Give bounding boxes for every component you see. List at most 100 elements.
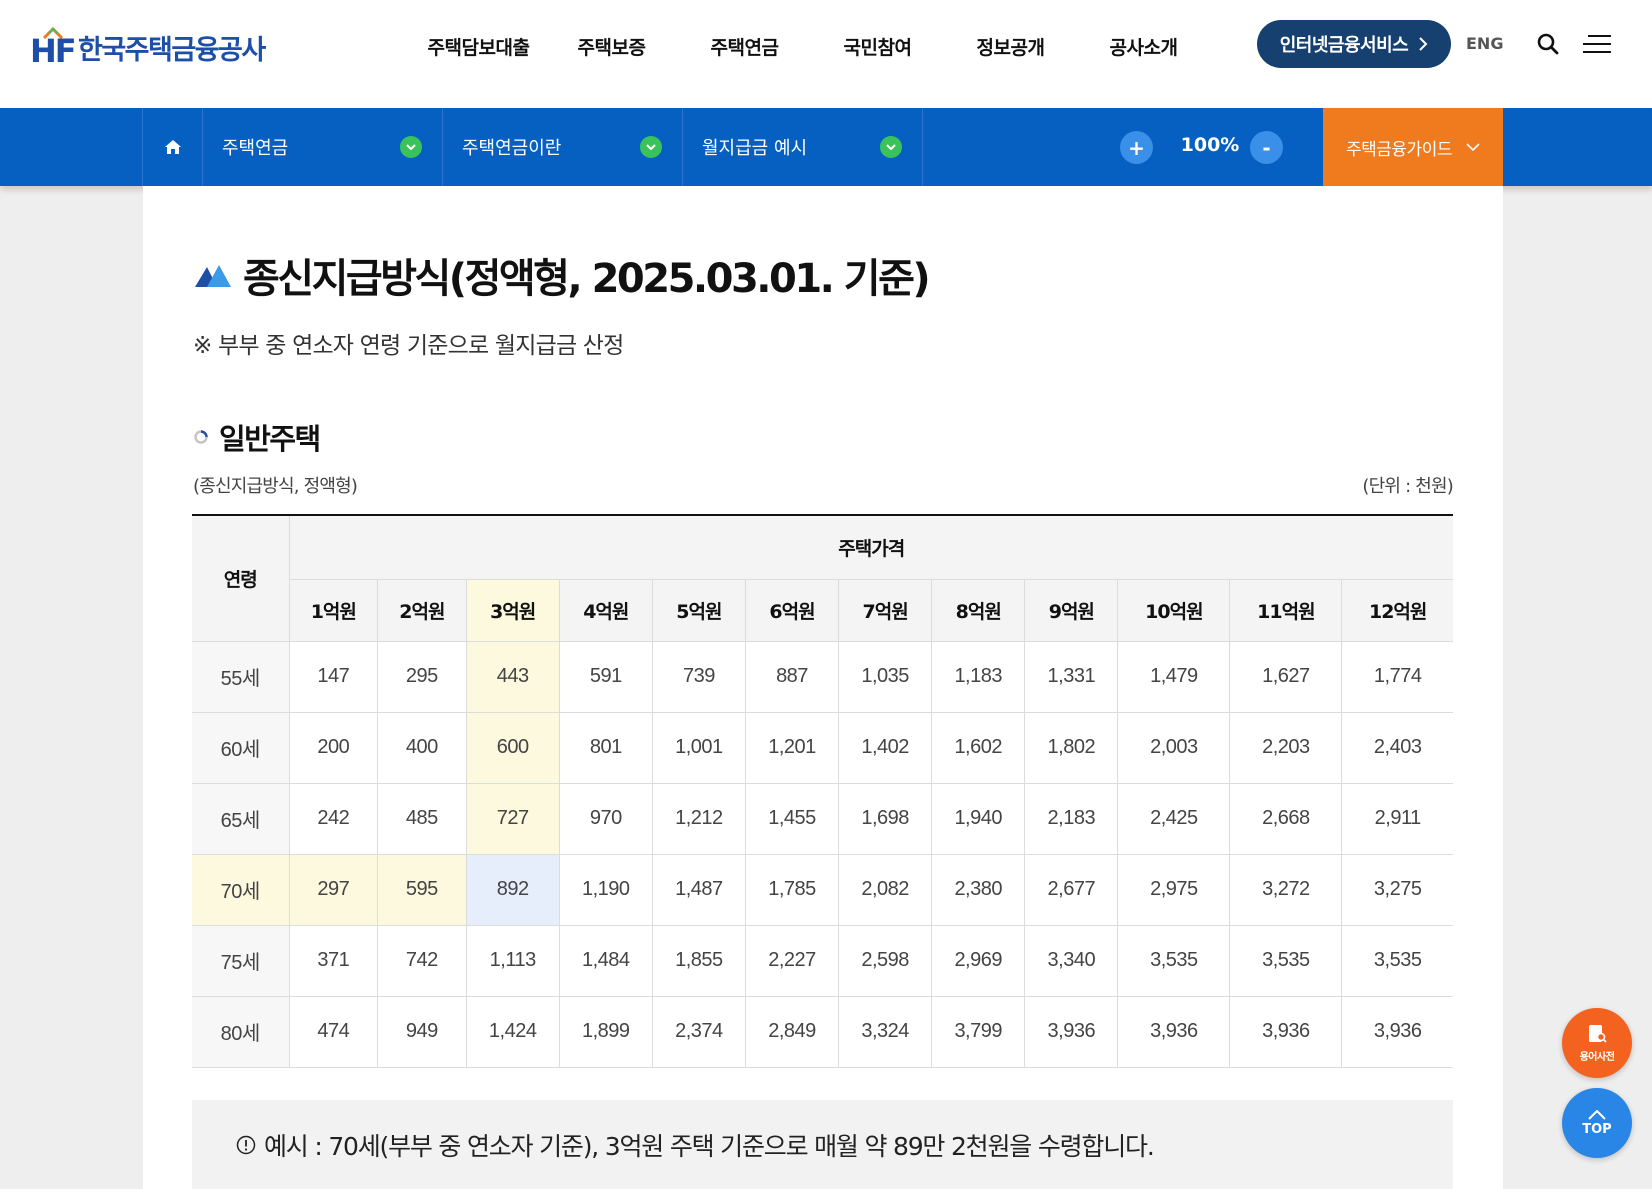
payment-cell: 1,190 xyxy=(558,853,653,926)
location-bar: 주택연금 주택연금이란 월지급금 예시 + 100% - 주택금융가이드 xyxy=(0,108,1652,186)
age-cell: 80세 xyxy=(192,995,290,1068)
breadcrumb-label: 월지급금 예시 xyxy=(702,138,808,159)
zoom-out-button[interactable]: - xyxy=(1250,131,1283,164)
dropdown-chevron-icon xyxy=(880,136,902,158)
payment-cell: 1,602 xyxy=(931,711,1026,784)
payment-cell: 2,425 xyxy=(1117,782,1231,855)
hamburger-menu-icon[interactable] xyxy=(1582,32,1612,56)
home-button[interactable] xyxy=(143,108,203,186)
price-column-header: 8억원 xyxy=(931,578,1026,642)
payment-cell: 1,940 xyxy=(931,782,1026,855)
section-title: 일반주택 xyxy=(219,422,321,456)
glossary-button[interactable]: 용어사전 xyxy=(1562,1008,1632,1078)
age-cell: 60세 xyxy=(192,711,290,784)
payment-cell: 3,275 xyxy=(1341,853,1453,926)
payment-cell: 3,535 xyxy=(1229,924,1343,997)
nav-information-disclosure[interactable]: 정보공개 xyxy=(944,30,1077,66)
bullet-circle-icon xyxy=(194,430,208,444)
zoom-level: 100% xyxy=(1180,134,1240,156)
payment-cell: 1,484 xyxy=(558,924,653,997)
price-column-header: 3억원 xyxy=(465,578,560,642)
age-cell: 75세 xyxy=(192,924,290,997)
payment-cell: 3,535 xyxy=(1117,924,1231,997)
table-caption: (종신지급방식, 정액형) xyxy=(193,476,358,497)
breadcrumb-depth2[interactable]: 주택연금이란 xyxy=(442,108,682,186)
payment-cell: 2,003 xyxy=(1117,711,1231,784)
nav-mortgage-loan[interactable]: 주택담보대출 xyxy=(412,30,545,66)
site-logo[interactable]: HF 한국주택금융공사 xyxy=(30,26,266,70)
logo-mark: HF xyxy=(30,27,77,70)
breadcrumb-depth3[interactable]: 월지급금 예시 xyxy=(682,108,922,186)
price-column-header: 2억원 xyxy=(377,578,467,642)
payment-cell: 600 xyxy=(465,711,560,784)
nav-housing-pension[interactable]: 주택연금 xyxy=(678,30,811,66)
glossary-label: 용어사전 xyxy=(1579,1052,1615,1063)
english-link[interactable]: ENG xyxy=(1466,34,1503,53)
page-title: 종신지급방식(정액형, 2025.03.01. 기준) xyxy=(243,256,931,302)
table-row: 75세 371 742 1,113 1,484 1,855 2,227 2,598 2,969 3… xyxy=(192,924,1453,997)
logo-hf: HF xyxy=(30,32,77,70)
housing-finance-guide-button[interactable]: 주택금융가이드 xyxy=(1323,108,1503,186)
payment-cell: 485 xyxy=(377,782,467,855)
payment-cell: 2,668 xyxy=(1229,782,1343,855)
monthly-payment-table: 연령 주택가격 1억원 2억원 3억원 4억원 5억원 6억원 7억원 8억원 9억원 10억원 1… xyxy=(192,514,1453,1068)
table-row: 65세 242 485 727 970 1,212 1,455 1,698 1,940 2,183… xyxy=(192,782,1453,855)
payment-cell: 2,227 xyxy=(744,924,840,997)
payment-cell: 887 xyxy=(744,640,840,713)
price-column-header: 9억원 xyxy=(1024,578,1119,642)
payment-cell: 2,380 xyxy=(931,853,1026,926)
payment-cell: 595 xyxy=(377,853,467,926)
payment-cell: 591 xyxy=(558,640,653,713)
payment-cell: 3,535 xyxy=(1341,924,1453,997)
nav-about[interactable]: 공사소개 xyxy=(1077,30,1210,66)
price-column-header: 5억원 xyxy=(651,578,746,642)
table-row: 70세 297 595 892 1,190 1,487 1,785 2,082 2,380 2,6… xyxy=(192,853,1453,926)
logo-text: 한국주택금융공사 xyxy=(78,34,266,66)
price-column-header: 6억원 xyxy=(744,578,840,642)
payment-cell: 2,082 xyxy=(838,853,933,926)
payment-cell: 1,774 xyxy=(1341,640,1453,713)
payment-cell: 1,001 xyxy=(651,711,746,784)
main-navigation: 주택담보대출 주택보증 주택연금 국민참여 정보공개 공사소개 xyxy=(412,30,1210,66)
breadcrumb-depth1[interactable]: 주택연금 xyxy=(202,108,442,186)
info-exclamation-icon xyxy=(236,1135,256,1154)
payment-cell: 3,936 xyxy=(1229,995,1343,1068)
main-content: 종신지급방식(정액형, 2025.03.01. 기준) ※ 부부 중 연소자 연… xyxy=(143,186,1503,1189)
internet-financial-service-button[interactable]: 인터넷금융서비스 xyxy=(1257,20,1451,68)
payment-cell: 1,455 xyxy=(744,782,840,855)
payment-cell: 1,183 xyxy=(931,640,1026,713)
payment-cell: 2,403 xyxy=(1341,711,1453,784)
zoom-in-button[interactable]: + xyxy=(1120,131,1153,164)
payment-cell: 1,479 xyxy=(1117,640,1231,713)
payment-cell: 1,698 xyxy=(838,782,933,855)
back-to-top-button[interactable]: TOP xyxy=(1562,1088,1632,1158)
payment-cell: 1,899 xyxy=(558,995,653,1068)
breadcrumb-label: 주택연금 xyxy=(222,138,289,159)
payment-cell: 2,677 xyxy=(1024,853,1119,926)
payment-cell: 2,975 xyxy=(1117,853,1231,926)
price-column-header: 4억원 xyxy=(558,578,653,642)
payment-cell: 3,936 xyxy=(1341,995,1453,1068)
calculation-note: ※ 부부 중 연소자 연령 기준으로 월지급금 산정 xyxy=(193,333,624,359)
nav-public-participation[interactable]: 국민참여 xyxy=(811,30,944,66)
payment-cell: 1,113 xyxy=(465,924,560,997)
search-icon[interactable] xyxy=(1536,32,1560,56)
table-row: 60세 200 400 600 801 1,001 1,201 1,402 1,602 1,802… xyxy=(192,711,1453,784)
payment-cell: 739 xyxy=(651,640,746,713)
payment-cell: 742 xyxy=(377,924,467,997)
chevron-down-icon xyxy=(1466,143,1480,151)
payment-cell: 2,849 xyxy=(744,995,840,1068)
payment-cell: 2,374 xyxy=(651,995,746,1068)
nav-housing-guarantee[interactable]: 주택보증 xyxy=(545,30,678,66)
payment-cell: 2,911 xyxy=(1341,782,1453,855)
title-mountain-icon xyxy=(195,265,231,287)
payment-cell: 3,936 xyxy=(1024,995,1119,1068)
payment-cell: 1,402 xyxy=(838,711,933,784)
payment-cell: 1,201 xyxy=(744,711,840,784)
dropdown-chevron-icon xyxy=(400,136,422,158)
payment-cell: 2,183 xyxy=(1024,782,1119,855)
payment-cell: 3,324 xyxy=(838,995,933,1068)
payment-cell: 727 xyxy=(465,782,560,855)
payment-cell: 242 xyxy=(288,782,379,855)
payment-cell: 970 xyxy=(558,782,653,855)
